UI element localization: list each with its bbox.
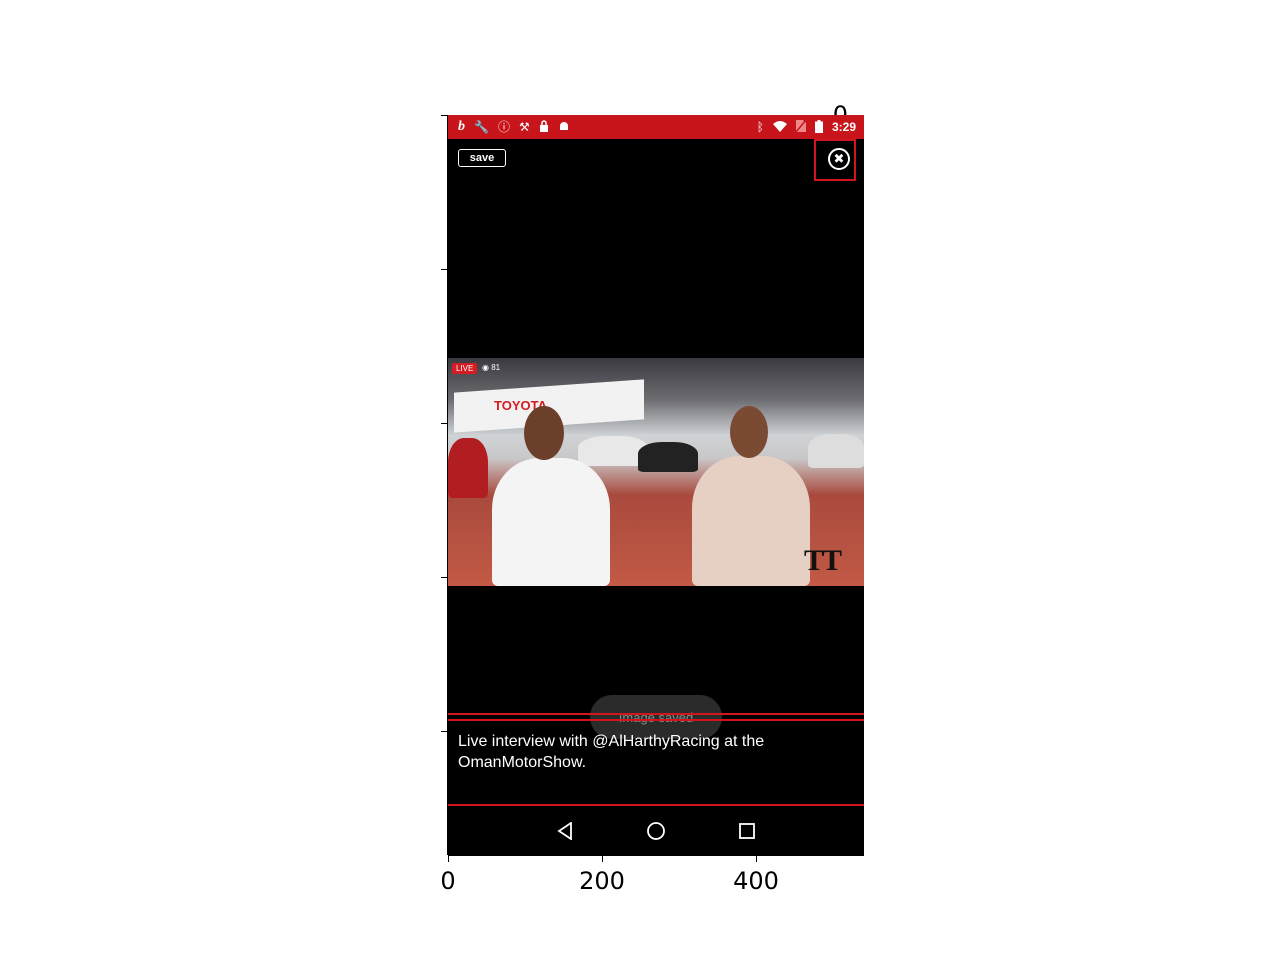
home-circle-icon[interactable] bbox=[644, 819, 668, 843]
interviewer-figure bbox=[692, 456, 810, 586]
recents-square-icon[interactable] bbox=[735, 819, 759, 843]
video-player[interactable]: TOYOTA TT LIVE ◉ 81 bbox=[448, 358, 864, 586]
no-sim-icon bbox=[795, 119, 807, 134]
car-graphic bbox=[448, 438, 488, 498]
interviewee-head bbox=[524, 406, 564, 460]
battery-icon bbox=[814, 119, 823, 135]
bluetooth-icon: ᛒ bbox=[756, 120, 764, 134]
car-graphic bbox=[638, 442, 698, 472]
lock-icon bbox=[539, 120, 549, 134]
x-tick bbox=[602, 855, 603, 862]
channel-logo: TT bbox=[804, 544, 842, 577]
highlight-line bbox=[448, 713, 864, 715]
interviewer-head bbox=[730, 406, 768, 458]
wifi-icon bbox=[772, 120, 787, 134]
car-graphic bbox=[808, 434, 864, 468]
eye-icon: ◉ bbox=[482, 363, 489, 372]
highlight-line bbox=[448, 804, 864, 806]
broadcast-caption[interactable]: Live interview with @AlHarthyRacing at t… bbox=[458, 731, 838, 773]
status-bar-left: b 🔧 ⓘ ⚒ bbox=[458, 120, 570, 134]
y-tick bbox=[441, 115, 448, 116]
x-axis-line bbox=[448, 855, 864, 856]
phone-screen: b 🔧 ⓘ ⚒ ᛒ 3:29 save ✖ TOYOTA TT LIVE ◉ 8… bbox=[448, 115, 864, 855]
x-tick-label: 0 bbox=[440, 867, 456, 895]
alert-icon: ⓘ bbox=[497, 120, 510, 134]
x-tick-label: 200 bbox=[579, 867, 625, 895]
y-tick bbox=[441, 731, 448, 732]
x-tick bbox=[448, 855, 449, 862]
viewer-count-value: 81 bbox=[491, 363, 501, 372]
highlight-line bbox=[448, 719, 864, 721]
y-tick bbox=[441, 577, 448, 578]
y-tick bbox=[441, 269, 448, 270]
close-icon[interactable]: ✖ bbox=[828, 148, 850, 170]
live-badge: LIVE bbox=[452, 363, 478, 374]
wrench-icon: 🔧 bbox=[474, 120, 489, 134]
status-time: 3:29 bbox=[831, 120, 856, 134]
x-tick bbox=[756, 855, 757, 862]
android-icon bbox=[558, 120, 570, 134]
status-bar: b 🔧 ⓘ ⚒ ᛒ 3:29 bbox=[448, 115, 864, 139]
b-app-icon: b bbox=[458, 119, 465, 134]
tools-icon: ⚒ bbox=[518, 120, 530, 134]
x-tick-label: 400 bbox=[733, 867, 779, 895]
save-button[interactable]: save bbox=[458, 149, 506, 167]
back-triangle-icon[interactable] bbox=[553, 819, 577, 843]
viewer-count: ◉ 81 bbox=[482, 363, 500, 372]
y-tick bbox=[441, 423, 448, 424]
navigation-bar bbox=[448, 807, 864, 855]
status-bar-right: ᛒ 3:29 bbox=[756, 119, 856, 135]
interviewee-figure bbox=[492, 458, 610, 586]
